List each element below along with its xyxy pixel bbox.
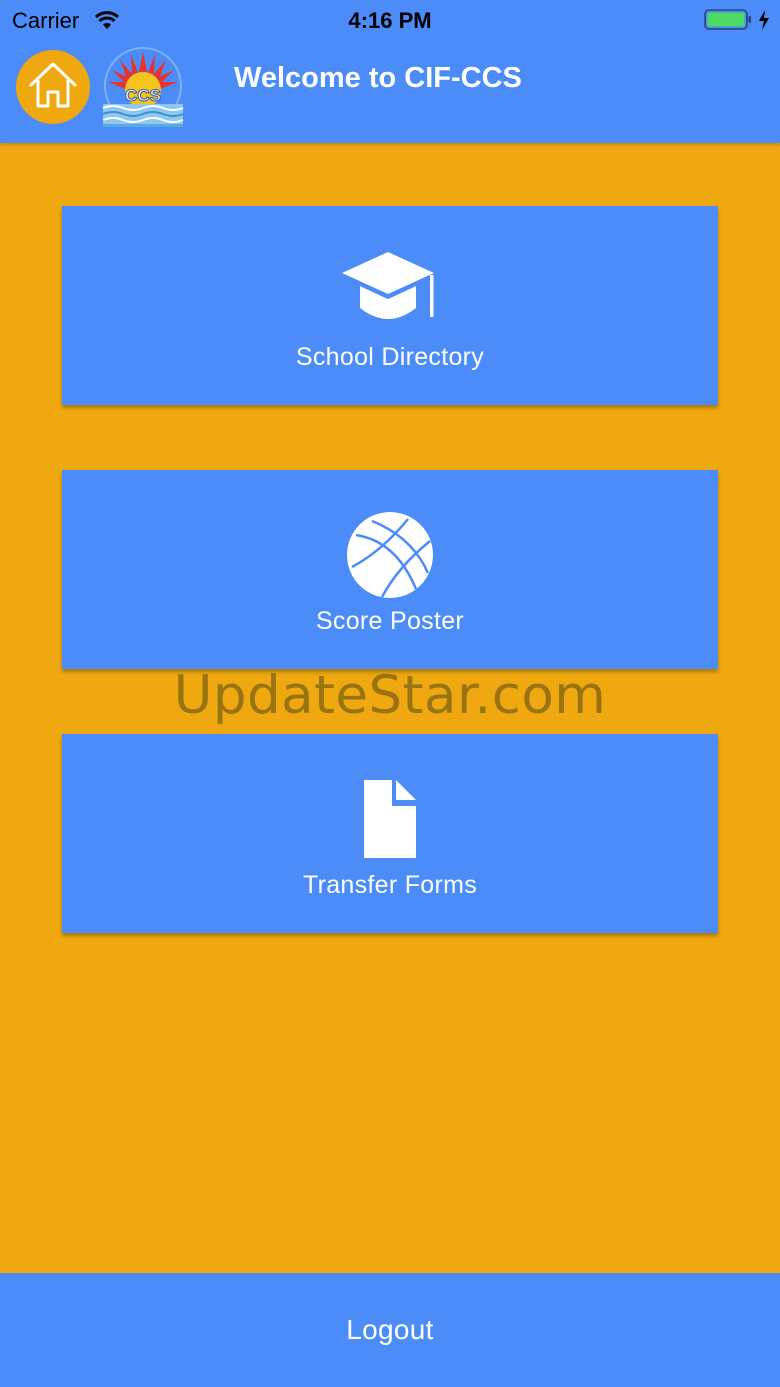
school-directory-button[interactable]: School Directory [62,206,718,405]
transfer-forms-label: Transfer Forms [302,871,478,899]
home-button[interactable] [16,50,90,124]
logo-text: CCS [125,86,161,105]
charging-icon [757,9,771,37]
document-icon [62,774,718,864]
watermark-text: UpdateStar.com [173,665,607,726]
logout-label: Logout [346,1314,434,1345]
page-title: Welcome to CIF-CCS [234,62,522,94]
status-bar: Carrier 4:16 PM [0,0,780,40]
battery-icon [704,8,752,38]
score-poster-button[interactable]: Score Poster [62,470,718,669]
home-icon [25,59,81,116]
transfer-forms-button[interactable]: Transfer Forms [62,734,718,933]
logout-button[interactable]: Logout [0,1273,780,1387]
cif-ccs-logo: CCS [100,44,186,130]
app-header: Carrier 4:16 PM CCS Welcome to CIF-CCS [0,0,780,143]
school-directory-label: School Directory [295,343,485,371]
graduation-cap-icon [62,246,718,336]
basketball-icon [62,510,718,600]
score-poster-label: Score Poster [315,607,465,635]
status-time: 4:16 PM [348,8,432,33]
